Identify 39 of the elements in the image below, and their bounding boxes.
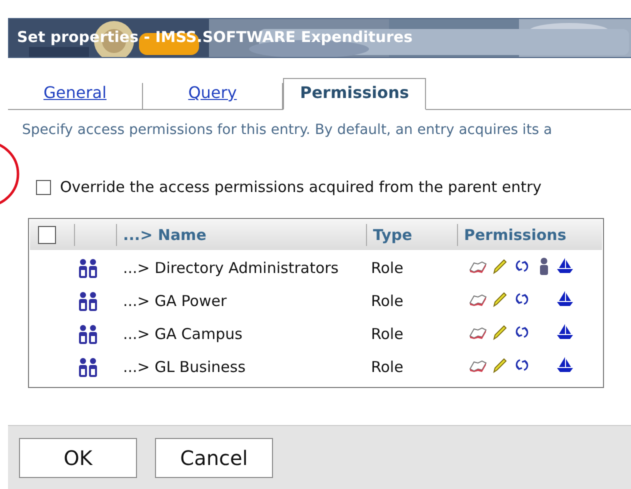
sailboat-icon [556, 290, 574, 307]
users-icon [77, 290, 99, 312]
table-cell: Role [371, 324, 404, 342]
pencil-icon [492, 356, 508, 372]
refresh-icon [514, 292, 528, 306]
sailboat-icon [556, 323, 574, 340]
table-cell: ...> GA Campus [123, 324, 242, 342]
pencil-icon [492, 258, 508, 274]
checkbox[interactable] [36, 180, 51, 194]
column-header[interactable]: ...> Name [123, 226, 206, 244]
column-header[interactable]: Type [373, 226, 412, 244]
users-icon [77, 356, 99, 378]
dialog-button[interactable]: OK [19, 438, 137, 478]
table-cell: Role [371, 358, 404, 376]
sailboat-icon [556, 356, 574, 373]
table-cell: Role [371, 292, 404, 310]
users-icon [77, 256, 99, 278]
checkbox-label: Override the access permissions acquired from the parent entry [60, 178, 542, 196]
tab[interactable]: Permissions [283, 78, 426, 110]
refresh-icon [514, 358, 528, 372]
book-icon [469, 326, 487, 338]
column-header[interactable]: Permissions [464, 226, 566, 244]
table-cell: ...> Directory Administrators [123, 258, 339, 276]
tab[interactable]: General [8, 83, 143, 109]
table-cell: ...> GA Power [123, 292, 227, 310]
refresh-icon [514, 258, 528, 272]
book-icon [469, 294, 487, 306]
pencil-icon [492, 290, 508, 306]
book-icon [469, 260, 487, 272]
pencil-icon [492, 324, 508, 340]
book-icon [469, 360, 487, 372]
table-cell: ...> GL Business [123, 358, 246, 376]
refresh-icon [514, 324, 528, 338]
description-text: Specify access permissions for this entry. By default, an entry acquires its a [22, 122, 554, 138]
dialog-button[interactable]: Cancel [155, 438, 273, 478]
users-icon [77, 322, 99, 344]
table-cell: Role [371, 258, 404, 276]
checkbox[interactable] [38, 226, 56, 244]
sailboat-icon [556, 257, 574, 274]
